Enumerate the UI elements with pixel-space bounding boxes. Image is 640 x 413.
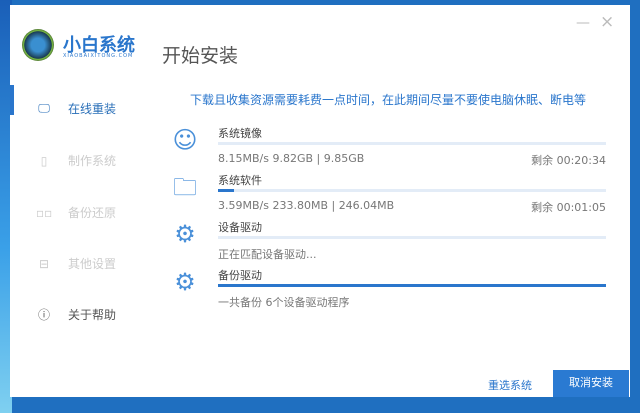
page-title: 开始安装 — [162, 45, 239, 67]
cancel-install-button[interactable]: 取消安装 — [553, 370, 629, 397]
sidebar-item-label: 在线重装 — [68, 102, 117, 116]
notice-text: 下载且收集资源需要耗费一点时间，在此期间尽量不要使电脑休眠、断电等 — [190, 93, 587, 107]
sidebar-item-label: 关于帮助 — [68, 308, 117, 322]
sidebar-item-other-settings[interactable]: ⊟ 其他设置 — [36, 255, 116, 272]
briefcase-icon: ⊟ — [38, 256, 50, 271]
sidebar-item-help[interactable]: ⓘ 关于帮助 — [36, 306, 116, 323]
face-icon: ☺ — [172, 126, 198, 154]
task-stat: 一共备份 6个设备驱动程序 — [218, 296, 350, 309]
minimize-button[interactable]: — — [576, 15, 590, 31]
progress-bar — [218, 284, 606, 287]
task-stat: 3.59MB/s 233.80MB | 246.04MB — [218, 199, 395, 212]
sidebar-item-backup-restore[interactable]: ▫▫ 备份还原 — [36, 204, 116, 221]
usb-icon: ▯ — [40, 153, 48, 168]
installer-window: 小白系统 XIAOBAIXITONG.COM 开始安装 — × 🖵 在线重装 ▯ 制… — [10, 5, 630, 397]
sidebar-item-label: 备份还原 — [68, 206, 117, 220]
task-stat: 8.15MB/s 9.82GB | 9.85GB — [218, 152, 365, 165]
progress-bar — [218, 189, 606, 192]
brand-url: XIAOBAIXITONG.COM — [63, 53, 134, 59]
sidebar-item-label: 其他设置 — [68, 257, 117, 271]
progress-bar — [218, 142, 606, 145]
task-name: 备份驱动 — [218, 269, 262, 282]
task-stat: 正在匹配设备驱动... — [218, 248, 317, 261]
task-name: 系统镜像 — [218, 127, 262, 140]
progress-bar — [218, 236, 606, 239]
monitor-icon: 🖵 — [38, 101, 50, 115]
progress-fill — [218, 284, 606, 287]
reselect-system-link[interactable]: 重选系统 — [488, 377, 532, 393]
selected-indicator — [10, 85, 14, 115]
sidebar-item-online-reinstall[interactable]: 🖵 在线重装 — [36, 100, 116, 117]
task-remaining: 剩余 00:01:05 — [531, 201, 606, 214]
task-remaining: 剩余 00:20:34 — [531, 154, 606, 167]
close-button[interactable]: × — [600, 12, 614, 32]
progress-fill — [218, 189, 234, 192]
task-name: 设备驱动 — [218, 221, 262, 234]
gear-icon: ⚙ — [174, 268, 196, 296]
gear-icon: ⚙ — [174, 220, 196, 248]
sidebar-item-label: 制作系统 — [68, 154, 117, 168]
folder-icon: 🗀 — [173, 173, 197, 201]
sidebar-item-make-system[interactable]: ▯ 制作系统 — [36, 152, 116, 169]
info-icon: ⓘ — [37, 308, 50, 322]
grid-icon: ▫▫ — [36, 205, 53, 220]
task-name: 系统软件 — [218, 174, 262, 187]
logo-icon — [22, 29, 54, 61]
